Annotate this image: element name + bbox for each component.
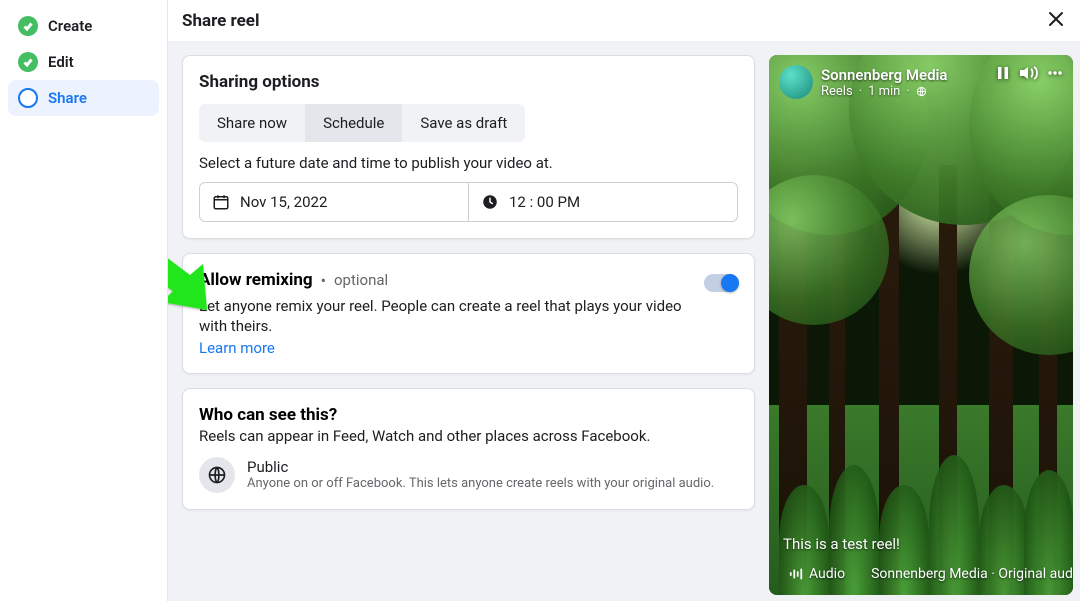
main-area: Share reel Sharing options Share now Sch…: [168, 0, 1080, 601]
audience-title: Who can see this?: [199, 405, 738, 425]
optional-label: optional: [334, 271, 388, 289]
allow-remixing-card: Allow remixing • optional Let anyone rem…: [182, 253, 755, 374]
more-icon[interactable]: [1047, 65, 1063, 81]
check-circle-icon: [18, 52, 38, 72]
step-edit[interactable]: Edit: [8, 44, 159, 80]
learn-more-link[interactable]: Learn more: [199, 339, 704, 357]
step-label: Edit: [48, 53, 74, 71]
tab-share-now[interactable]: Share now: [199, 104, 305, 142]
toggle-knob: [721, 274, 739, 292]
preview-video-frame: [769, 55, 1073, 595]
date-input[interactable]: Nov 15, 2022: [199, 182, 469, 222]
step-label: Create: [48, 17, 92, 35]
step-create[interactable]: Create: [8, 8, 159, 44]
audio-label: Audio: [809, 566, 845, 582]
close-button[interactable]: [1046, 9, 1066, 33]
schedule-hint: Select a future date and time to publish…: [199, 154, 738, 172]
remix-description: Let anyone remix your reel. People can c…: [199, 296, 704, 337]
time-ago: 1 min: [868, 84, 900, 99]
date-value: Nov 15, 2022: [240, 193, 327, 211]
time-value: 12 : 00 PM: [509, 193, 580, 211]
sharing-options-card: Sharing options Share now Schedule Save …: [182, 55, 755, 239]
audio-source: Sonnenberg Media · Original aud: [871, 566, 1073, 582]
separator-dot: •: [321, 271, 326, 290]
audience-card: Who can see this? Reels can appear in Fe…: [182, 388, 755, 510]
audio-chip[interactable]: Audio: [783, 563, 851, 585]
schedule-tabs: Share now Schedule Save as draft: [199, 104, 525, 142]
clock-icon: [481, 193, 499, 211]
close-icon: [1046, 9, 1066, 29]
sharing-options-title: Sharing options: [199, 72, 738, 92]
step-label: Share: [48, 89, 87, 107]
tab-save-draft[interactable]: Save as draft: [402, 104, 525, 142]
reel-caption: This is a test reel!: [783, 535, 1059, 553]
audience-subtitle: Reels can appear in Feed, Watch and othe…: [199, 427, 738, 445]
audience-option[interactable]: Public Anyone on or off Facebook. This l…: [199, 457, 738, 493]
pause-icon[interactable]: [995, 65, 1011, 81]
current-step-icon: [18, 88, 38, 108]
calendar-icon: [212, 193, 230, 211]
remix-toggle[interactable]: [704, 274, 738, 292]
tab-schedule[interactable]: Schedule: [305, 104, 402, 142]
sidebar-steps: Create Edit Share: [0, 0, 168, 601]
globe-icon: [199, 457, 235, 493]
preview-account[interactable]: Sonnenberg Media Reels · 1 min ·: [779, 65, 947, 99]
globe-icon: [916, 86, 927, 97]
account-name: Sonnenberg Media: [821, 66, 947, 84]
volume-icon[interactable]: [1019, 65, 1039, 81]
step-share[interactable]: Share: [8, 80, 159, 116]
topbar: Share reel: [168, 0, 1080, 41]
remix-title: Allow remixing: [199, 270, 313, 290]
audience-description: Anyone on or off Facebook. This lets any…: [247, 476, 714, 491]
avatar: [779, 65, 813, 99]
audio-bars-icon: [789, 567, 803, 581]
surface-label: Reels: [821, 84, 853, 99]
time-input[interactable]: 12 : 00 PM: [469, 182, 738, 222]
check-circle-icon: [18, 16, 38, 36]
page-title: Share reel: [182, 11, 260, 31]
audience-name: Public: [247, 458, 714, 476]
reel-preview: Sonnenberg Media Reels · 1 min ·: [769, 55, 1073, 595]
